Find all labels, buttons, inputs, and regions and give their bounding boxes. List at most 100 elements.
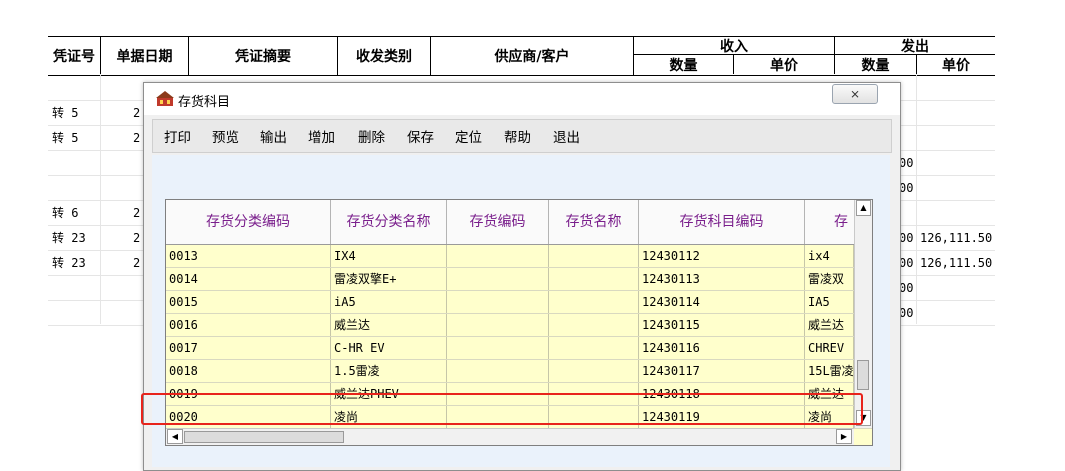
subject-code-cell[interactable]: 12430115 xyxy=(639,314,805,336)
inventory-code-cell[interactable] xyxy=(447,291,549,313)
col-category-name[interactable]: 存货分类名称 xyxy=(331,200,447,244)
ledger-qty-cell: 00 xyxy=(899,231,914,245)
col-subject-name[interactable]: 存 xyxy=(805,200,854,244)
close-button[interactable]: ⨯ xyxy=(832,84,878,104)
preview-button[interactable]: 预览 xyxy=(212,126,239,146)
export-button[interactable]: 输出 xyxy=(260,126,287,146)
subject-name-cell[interactable]: ix4 xyxy=(805,245,854,267)
grid-row[interactable]: 0014 雷凌双擎E+ 12430113 雷凌双 xyxy=(166,268,872,291)
subject-code-cell[interactable]: 12430112 xyxy=(639,245,805,267)
category-code-cell[interactable]: 0017 xyxy=(166,337,331,359)
dialog-titlebar[interactable]: 存货科目 ⨯ xyxy=(144,83,900,115)
scroll-up-icon[interactable]: ▲ xyxy=(856,200,871,216)
col-issue-qty[interactable]: 数量 xyxy=(835,54,917,74)
add-button[interactable]: 增加 xyxy=(308,126,335,146)
category-name-cell[interactable]: C-HR EV xyxy=(331,337,447,359)
inventory-code-cell[interactable] xyxy=(447,245,549,267)
col-voucher-no[interactable]: 凭证号 xyxy=(48,37,101,75)
toolbar: 打印 预览 输出 增加 删除 保存 定位 帮助 退出 xyxy=(152,119,892,153)
inventory-name-cell[interactable] xyxy=(549,291,639,313)
col-income-qty[interactable]: 数量 xyxy=(634,54,734,74)
category-code-cell[interactable]: 0014 xyxy=(166,268,331,290)
category-name-cell[interactable]: 威兰达 xyxy=(331,314,447,336)
category-code-cell[interactable]: 0016 xyxy=(166,314,331,336)
grid-row[interactable]: 0013 IX4 12430112 ix4 xyxy=(166,245,872,268)
delete-button[interactable]: 删除 xyxy=(358,126,385,146)
grid-row[interactable]: 0016 威兰达 12430115 威兰达 xyxy=(166,314,872,337)
save-button[interactable]: 保存 xyxy=(407,126,434,146)
inventory-code-cell[interactable] xyxy=(447,360,549,382)
col-inventory-code[interactable]: 存货编码 xyxy=(447,200,549,244)
col-issue[interactable]: 发出 xyxy=(835,37,995,55)
inventory-name-cell[interactable] xyxy=(549,245,639,267)
inventory-code-cell[interactable] xyxy=(447,314,549,336)
scroll-right-icon[interactable]: ▶ xyxy=(836,429,852,444)
col-income[interactable]: 收入 xyxy=(634,37,835,55)
ledger-voucher-cell: 转 23 xyxy=(52,231,86,245)
grid-row[interactable]: 0015 iA5 12430114 IA5 xyxy=(166,291,872,314)
subject-code-cell[interactable]: 12430113 xyxy=(639,268,805,290)
ledger-header: 凭证号 单据日期 凭证摘要 收发类别 供应商/客户 收入 数量 单价 发出 数量… xyxy=(48,36,995,76)
print-button[interactable]: 打印 xyxy=(164,126,191,146)
subject-name-cell[interactable]: 威兰达 xyxy=(805,314,854,336)
subject-name-cell[interactable]: IA5 xyxy=(805,291,854,313)
help-button[interactable]: 帮助 xyxy=(504,126,531,146)
col-category-code[interactable]: 存货分类编码 xyxy=(166,200,331,244)
ledger-date-cell: 2 xyxy=(133,106,141,120)
locate-button[interactable]: 定位 xyxy=(455,126,482,146)
col-income-price[interactable]: 单价 xyxy=(734,54,835,74)
category-name-cell[interactable]: 雷凌双擎E+ xyxy=(331,268,447,290)
col-txn-type[interactable]: 收发类别 xyxy=(338,37,431,75)
ledger-qty-cell: 00 xyxy=(899,181,914,195)
category-name-cell[interactable]: IX4 xyxy=(331,245,447,267)
ledger-qty-cell: 00 xyxy=(899,156,914,170)
exit-button[interactable]: 退出 xyxy=(553,126,580,146)
col-doc-date[interactable]: 单据日期 xyxy=(101,37,189,75)
ledger-date-cell: 2 xyxy=(133,206,141,220)
inventory-name-cell[interactable] xyxy=(549,337,639,359)
highlight-box xyxy=(141,393,863,425)
subject-code-cell[interactable]: 12430117 xyxy=(639,360,805,382)
ledger-qty-cell: 00 xyxy=(899,256,914,270)
horizontal-scrollbar[interactable]: ◀ ▶ xyxy=(166,428,854,445)
col-party[interactable]: 供应商/客户 xyxy=(431,37,634,75)
category-code-cell[interactable]: 0018 xyxy=(166,360,331,382)
app-icon xyxy=(156,91,174,106)
ledger-voucher-cell: 转 6 xyxy=(52,206,79,220)
ledger-voucher-cell: 转 23 xyxy=(52,256,86,270)
col-subject-code[interactable]: 存货科目编码 xyxy=(639,200,805,244)
inventory-name-cell[interactable] xyxy=(549,268,639,290)
subject-name-cell[interactable]: 15L雷凌 xyxy=(805,360,854,382)
subject-name-cell[interactable]: CHREV xyxy=(805,337,854,359)
subject-code-cell[interactable]: 12430114 xyxy=(639,291,805,313)
ledger-price-cell: 126,111.50 xyxy=(920,256,993,270)
ledger-date-cell: 2 xyxy=(133,131,141,145)
grid-row[interactable]: 0017 C-HR EV 12430116 CHREV xyxy=(166,337,872,360)
category-name-cell[interactable]: 1.5雷凌 xyxy=(331,360,447,382)
dialog-title: 存货科目 xyxy=(178,95,231,110)
grid-row[interactable]: 0018 1.5雷凌 12430117 15L雷凌 xyxy=(166,360,872,383)
ledger-qty-cell: 00 xyxy=(899,281,914,295)
inventory-code-cell[interactable] xyxy=(447,268,549,290)
subject-code-cell[interactable]: 12430116 xyxy=(639,337,805,359)
ledger-date-cell: 2 xyxy=(133,231,141,245)
inventory-name-cell[interactable] xyxy=(549,360,639,382)
col-inventory-name[interactable]: 存货名称 xyxy=(549,200,639,244)
category-code-cell[interactable]: 0013 xyxy=(166,245,331,267)
ledger-voucher-cell: 转 5 xyxy=(52,131,79,145)
hscroll-thumb[interactable] xyxy=(184,431,344,443)
scroll-left-icon[interactable]: ◀ xyxy=(167,429,183,444)
grid-header: 存货分类编码 存货分类名称 存货编码 存货名称 存货科目编码 存 xyxy=(166,200,872,245)
col-summary[interactable]: 凭证摘要 xyxy=(189,37,338,75)
category-name-cell[interactable]: iA5 xyxy=(331,291,447,313)
subject-name-cell[interactable]: 雷凌双 xyxy=(805,268,854,290)
inventory-name-cell[interactable] xyxy=(549,314,639,336)
inventory-code-cell[interactable] xyxy=(447,337,549,359)
ledger-price-cell: 126,111.50 xyxy=(920,231,993,245)
scroll-thumb[interactable] xyxy=(857,360,869,390)
ledger-qty-cell: 00 xyxy=(899,306,914,320)
col-issue-price[interactable]: 单价 xyxy=(917,54,995,74)
category-code-cell[interactable]: 0015 xyxy=(166,291,331,313)
close-icon: ⨯ xyxy=(849,87,861,101)
ledger-date-cell: 2 xyxy=(133,256,141,270)
